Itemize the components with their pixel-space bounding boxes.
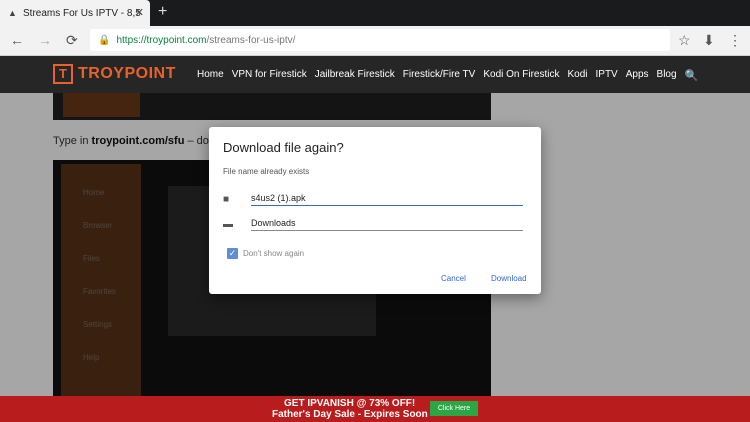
dont-show-label: Don't show again: [243, 249, 305, 258]
file-name-input[interactable]: s4us2 (1).apk: [251, 193, 523, 206]
nav-blog[interactable]: Blog: [657, 69, 677, 82]
nav-vpn-for-firestick[interactable]: VPN for Firestick: [232, 69, 307, 82]
click-here-button[interactable]: Click Here: [430, 401, 478, 416]
browser-menu-icon[interactable]: ⋮: [728, 32, 742, 49]
back-button[interactable]: ←: [10, 32, 24, 48]
nav-kodi[interactable]: Kodi: [567, 69, 587, 82]
dialog-title: Download file again?: [223, 140, 344, 155]
browser-tab[interactable]: ▲ Streams For Us IPTV - 8,500+ ✕: [0, 0, 150, 26]
reload-button[interactable]: ⟳: [66, 32, 78, 49]
lock-icon: 🔒: [98, 34, 111, 46]
dont-show-checkbox[interactable]: ✓: [227, 248, 238, 259]
cancel-button[interactable]: Cancel: [441, 274, 466, 283]
url-input[interactable]: 🔒 https://troypoint.com /streams-for-us-…: [90, 29, 670, 51]
folder-icon: ▬: [223, 218, 233, 230]
dialog-subtitle: File name already exists: [223, 167, 310, 176]
site-logo[interactable]: TROYPOINT: [78, 65, 176, 83]
nav-iptv[interactable]: IPTV: [596, 69, 618, 82]
address-bar: ← → ⟳ 🔒 https://troypoint.com /streams-f…: [0, 26, 750, 56]
nav-jailbreak-firestick[interactable]: Jailbreak Firestick: [315, 69, 395, 82]
forward-button[interactable]: →: [38, 32, 52, 48]
promo-headline: GET IPVANISH @ 73% OFF!: [284, 398, 416, 409]
file-icon: ■: [223, 193, 230, 205]
new-tab-button[interactable]: +: [158, 3, 167, 21]
download-dialog: Download file again? File name already e…: [209, 127, 541, 294]
download-button[interactable]: Download: [491, 274, 527, 283]
tab-bar: ▲ Streams For Us IPTV - 8,500+ ✕ +: [0, 0, 750, 26]
site-header: T TROYPOINT Home VPN for Firestick Jailb…: [0, 56, 750, 93]
url-path: /streams-for-us-iptv/: [206, 34, 296, 46]
site-nav: Home VPN for Firestick Jailbreak Firesti…: [197, 69, 698, 82]
promo-subline: Father's Day Sale - Expires Soon: [272, 409, 428, 420]
nav-firestick-fire-tv[interactable]: Firestick/Fire TV: [403, 69, 476, 82]
tab-title: Streams For Us IPTV - 8,500+: [23, 7, 141, 19]
favicon-icon: ▲: [8, 8, 17, 18]
close-tab-icon[interactable]: ✕: [135, 6, 144, 19]
promo-banner: GET IPVANISH @ 73% OFF! Father's Day Sal…: [0, 396, 750, 422]
bookmark-star-icon[interactable]: ☆: [678, 32, 691, 49]
nav-home[interactable]: Home: [197, 69, 224, 82]
download-icon[interactable]: ⬇: [703, 32, 715, 49]
folder-field[interactable]: Downloads: [251, 218, 523, 231]
url-host: https://troypoint.com: [116, 34, 207, 46]
nav-kodi-on-firestick[interactable]: Kodi On Firestick: [483, 69, 559, 82]
nav-apps[interactable]: Apps: [626, 69, 649, 82]
search-icon[interactable]: 🔍: [685, 69, 699, 82]
logo-icon[interactable]: T: [53, 64, 73, 84]
